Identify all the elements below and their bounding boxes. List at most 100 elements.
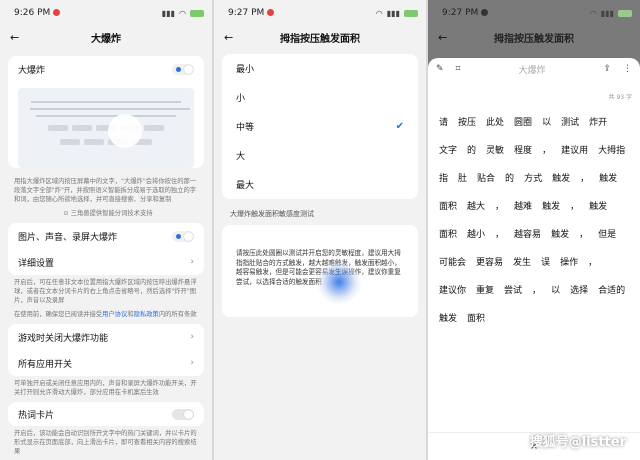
word-chip[interactable]: 圆圈: [511, 115, 536, 132]
word-chip[interactable]: ，: [585, 255, 601, 272]
word-chip[interactable]: 触发: [539, 199, 564, 216]
word-chip[interactable]: 发生: [510, 255, 535, 272]
word-chip[interactable]: 肚: [455, 171, 471, 188]
word-chip[interactable]: 请: [436, 115, 452, 132]
privacy-note: 在使用前，确保您已阅读并接受用户协议和隐私政策内的所有条款: [14, 311, 197, 318]
option-medium[interactable]: 中等 ✔: [222, 112, 418, 141]
word-chip[interactable]: 选择: [567, 283, 592, 300]
option-small[interactable]: 小: [222, 83, 418, 112]
word-chip[interactable]: 触发: [549, 171, 574, 188]
word-chip[interactable]: 建议用: [558, 143, 592, 160]
bigbang-sheet: ✎ ⌗ 大爆炸 ⇪ ⋮ 共 93 字 请按压 此处 圆圈以测试 炸开 文字的灵敏 程度，建…: [428, 58, 640, 460]
share-icon[interactable]: ⇪: [603, 64, 611, 74]
media-toggle-switch[interactable]: [172, 230, 194, 242]
option-large[interactable]: 大: [222, 141, 418, 170]
word-chip[interactable]: 的: [464, 143, 480, 160]
word-chip[interactable]: 按压: [455, 115, 480, 132]
main-toggle-row[interactable]: 大爆炸: [8, 56, 204, 82]
hot-row[interactable]: 热词卡片: [8, 402, 204, 426]
back-arrow-icon[interactable]: ←: [10, 31, 19, 44]
word-chip[interactable]: 程度: [511, 143, 536, 160]
status-bar: 9:27 PM ◠ ▮▮▮: [428, 0, 640, 26]
word-chip[interactable]: ，: [492, 199, 508, 216]
word-chip[interactable]: 重复: [473, 283, 498, 300]
word-chip[interactable]: 越容易: [511, 227, 545, 244]
hot-toggle-switch[interactable]: [172, 408, 194, 420]
word-chip[interactable]: 灵敏: [483, 143, 508, 160]
word-chip[interactable]: 炸开: [586, 115, 611, 132]
word-chip[interactable]: 面积: [436, 227, 461, 244]
word-chip[interactable]: 以: [548, 283, 564, 300]
word-chip[interactable]: 的: [502, 171, 518, 188]
game-row[interactable]: 游戏时关闭大爆炸功能 ›: [8, 324, 204, 350]
word-chip[interactable]: 面积: [436, 199, 461, 216]
watermark: 搜狐号@listter: [529, 435, 626, 450]
word-chip[interactable]: 文字: [436, 143, 461, 160]
test-area[interactable]: 请按压此处圆圈以测试并开启您的灵敏程度，建议用大拇指指肚贴合的方式触发，越大越难…: [222, 225, 418, 317]
word-chip[interactable]: 触发: [548, 227, 573, 244]
signal-icon: ▮▮▮: [386, 8, 400, 18]
detail-settings-label: 详细设置: [18, 258, 55, 269]
word-chip[interactable]: 测试: [558, 115, 583, 132]
word-chip[interactable]: 更容易: [473, 255, 507, 272]
word-chip[interactable]: 以: [539, 115, 555, 132]
word-chip[interactable]: 越大: [464, 199, 489, 216]
word-chip[interactable]: ，: [492, 227, 508, 244]
wifi-icon: ◠: [589, 8, 597, 18]
word-chip[interactable]: 合适的: [595, 283, 629, 300]
option-smallest[interactable]: 最小: [222, 54, 418, 83]
option-largest[interactable]: 最大: [222, 170, 418, 199]
check-icon: ✔: [395, 121, 404, 132]
word-chip[interactable]: 触发: [586, 199, 611, 216]
word-chip[interactable]: ，: [577, 171, 593, 188]
word-chip[interactable]: 大拇指: [595, 143, 629, 160]
support-note: ⊙ 三角兽提供智能分词技术支持: [63, 210, 153, 217]
word-chip[interactable]: 指: [436, 171, 452, 188]
word-chip[interactable]: ，: [567, 199, 583, 216]
word-chip[interactable]: 但是: [595, 227, 620, 244]
word-chip[interactable]: 贴合: [474, 171, 499, 188]
word-chip[interactable]: 触发: [436, 311, 461, 328]
edit-icon[interactable]: ✎: [436, 64, 444, 74]
user-agreement-link[interactable]: 用户协议: [102, 311, 127, 318]
word-chip[interactable]: 面积: [464, 311, 489, 328]
word-chip[interactable]: 操作: [557, 255, 582, 272]
char-count: 共 93 字: [608, 94, 632, 101]
apps-row[interactable]: 所有应用开关 ›: [8, 350, 204, 376]
sensitivity-options: 最小 小 中等 ✔ 大 最大: [222, 54, 418, 199]
more-icon[interactable]: ⋮: [623, 64, 632, 74]
top-bar: ← 拇指按压触发面积: [428, 26, 640, 48]
word-chip[interactable]: 尝试: [501, 283, 526, 300]
status-bar: 9:27 PM ◠ ▮▮▮: [214, 0, 426, 26]
privacy-policy-link[interactable]: 隐私政策: [134, 311, 159, 318]
game-card: 游戏时关闭大爆炸功能 › 所有应用开关 ›: [8, 324, 204, 376]
word-chip[interactable]: ，: [539, 143, 555, 160]
back-arrow-icon[interactable]: ←: [438, 31, 447, 44]
notification-icon: [481, 9, 489, 16]
hot-hint: 开启后，该功能会自动识别所开文字中的热门关键词，并以卡片的形式显示在页面底部，向…: [14, 430, 197, 455]
back-arrow-icon[interactable]: ←: [224, 31, 233, 44]
battery-icon: [618, 9, 632, 17]
status-time: 9:27 PM: [228, 8, 265, 18]
page-title: 拇指按压触发面积: [494, 33, 574, 45]
sheet-title: 大爆炸: [518, 65, 546, 76]
battery-icon: [404, 9, 418, 17]
word-chip[interactable]: 方式: [521, 171, 546, 188]
word-chip[interactable]: 此处: [483, 115, 508, 132]
word-chip[interactable]: ，: [529, 283, 545, 300]
word-chip[interactable]: 触发: [596, 171, 621, 188]
word-chip[interactable]: 误: [538, 255, 554, 272]
word-chip[interactable]: 可能会: [436, 255, 470, 272]
signal-icon: ▮▮▮: [161, 8, 176, 18]
media-toggle-row[interactable]: 图片、声音、录屏大爆炸: [8, 223, 204, 249]
word-chip[interactable]: ，: [576, 227, 592, 244]
word-chip[interactable]: 越难: [511, 199, 536, 216]
detail-hint: 开启后，可在任意非文本位置用指大爆炸区域内按压呼出爆炸悬浮球，或者在文本分词卡片…: [14, 279, 197, 304]
crop-icon[interactable]: ⌗: [456, 64, 461, 74]
main-toggle-switch[interactable]: [172, 63, 194, 75]
word-chip[interactable]: 越小: [464, 227, 489, 244]
main-toggle-label: 大爆炸: [18, 65, 46, 76]
game-label: 游戏时关闭大爆炸功能: [18, 333, 109, 344]
word-chip[interactable]: 建议你: [436, 283, 470, 300]
detail-settings-row[interactable]: 详细设置 ›: [8, 249, 204, 275]
